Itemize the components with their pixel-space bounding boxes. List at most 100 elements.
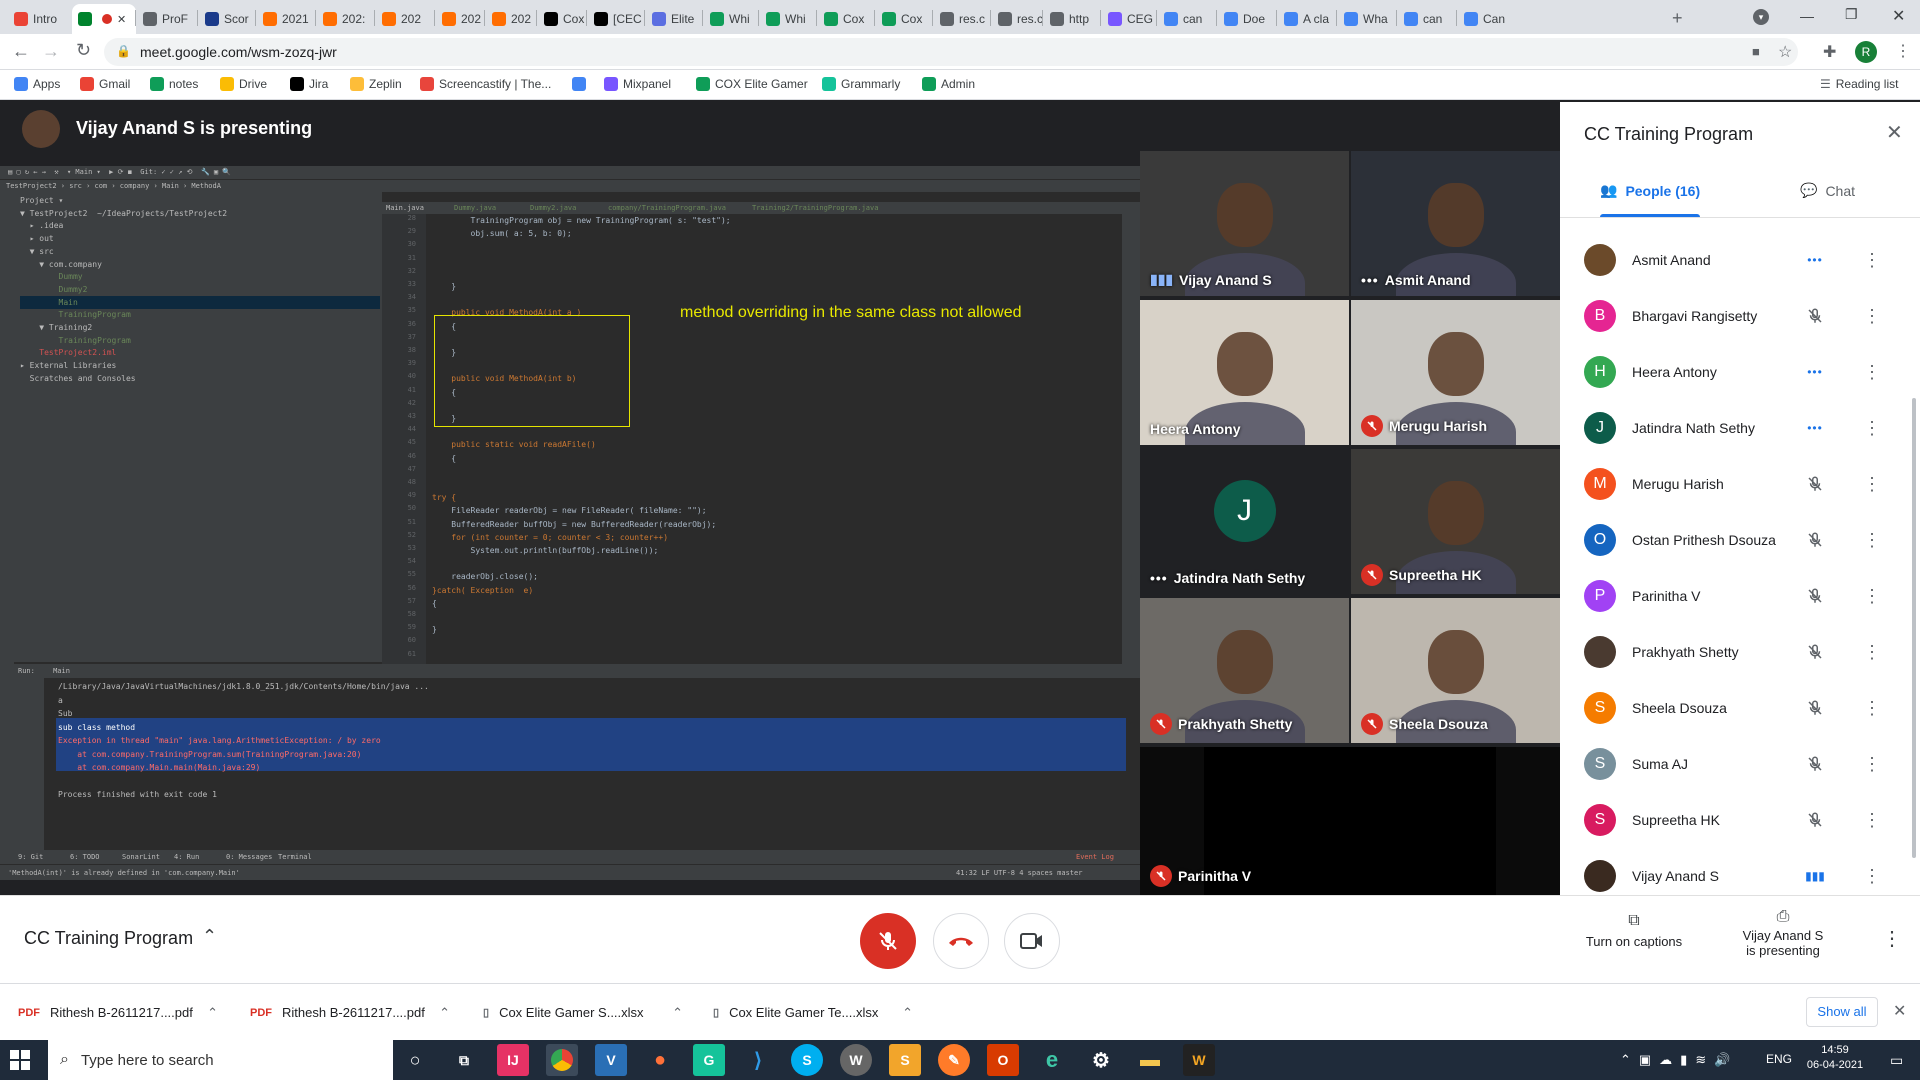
- close-panel-icon[interactable]: ✕: [1886, 120, 1903, 145]
- participant-row[interactable]: B Bhargavi Rangisetty ⋮: [1560, 288, 1900, 344]
- code-line[interactable]: obj.sum( a: 5, b: 0);: [432, 227, 572, 240]
- tab-7[interactable]: 202: [436, 4, 490, 34]
- tree-node[interactable]: TestProject2.iml: [20, 346, 116, 359]
- meeting-name[interactable]: CC Training Program: [24, 928, 193, 949]
- tab-2[interactable]: ProF: [137, 4, 191, 34]
- reading-list-button[interactable]: ☰ Reading list: [1820, 77, 1898, 91]
- tab-4[interactable]: 2021: [257, 4, 311, 34]
- tab-9[interactable]: Cox: [538, 4, 592, 34]
- tab-search-icon[interactable]: ▾: [1753, 9, 1769, 25]
- video-tile[interactable]: Sheela Dsouza: [1351, 598, 1560, 743]
- more-options-icon[interactable]: ⋮: [1882, 926, 1902, 951]
- tree-node[interactable]: Dummy: [20, 270, 83, 283]
- mic-toggle-button[interactable]: [860, 913, 916, 969]
- video-tile[interactable]: J ••• Jatindra Nath Sethy: [1140, 449, 1349, 594]
- code-line[interactable]: }: [432, 280, 456, 293]
- tool-tab[interactable]: 0: Messages: [226, 850, 272, 864]
- code-line[interactable]: public static void readAFile(): [432, 438, 596, 451]
- taskbar-search-box[interactable]: ⌕ Type here to search: [48, 1040, 393, 1080]
- minimize-icon[interactable]: —: [1800, 8, 1814, 24]
- tab-19[interactable]: CEG: [1102, 4, 1156, 34]
- editor-tab[interactable]: company/TrainingProgram.java: [608, 202, 726, 214]
- run-tab[interactable]: Main: [53, 667, 70, 675]
- tool-tab[interactable]: Terminal: [278, 850, 312, 864]
- tab-17[interactable]: res.c: [992, 4, 1046, 34]
- code-line[interactable]: }: [432, 623, 437, 636]
- chevron-up-icon[interactable]: ⌃: [902, 1005, 913, 1021]
- participant-row[interactable]: O Ostan Prithesh Dsouza ⋮: [1560, 512, 1900, 568]
- close-window-icon[interactable]: ✕: [1892, 6, 1905, 26]
- tree-node[interactable]: Scratches and Consoles: [20, 372, 136, 385]
- tool-tab[interactable]: 6: TODO: [70, 850, 100, 864]
- tab-24[interactable]: can: [1398, 4, 1452, 34]
- camera-toggle-button[interactable]: [1004, 913, 1060, 969]
- tree-node[interactable]: ▸ out: [20, 232, 54, 245]
- video-tile[interactable]: Heera Antony: [1140, 300, 1349, 445]
- video-tile[interactable]: Parinitha V: [1140, 747, 1560, 895]
- tool-tab[interactable]: SonarLint: [122, 850, 160, 864]
- tab-8[interactable]: 202: [486, 4, 540, 34]
- participant-row[interactable]: Asmit Anand ••• ⋮: [1560, 232, 1900, 288]
- participant-more-icon[interactable]: ⋮: [1860, 248, 1884, 272]
- url-text[interactable]: meet.google.com/wsm-zozq-jwr: [140, 44, 337, 60]
- code-line[interactable]: FileReader readerObj = new FileReader( f…: [432, 504, 706, 517]
- bookmark-8[interactable]: Mixpanel: [604, 77, 671, 91]
- code-line[interactable]: for (int counter = 0; counter < 3; count…: [432, 531, 668, 544]
- participant-row[interactable]: H Heera Antony ••• ⋮: [1560, 344, 1900, 400]
- chevron-up-icon[interactable]: ⌃: [207, 1005, 218, 1021]
- participant-more-icon[interactable]: ⋮: [1860, 416, 1884, 440]
- tool-tab[interactable]: 4: Run: [174, 850, 199, 864]
- chevron-up-icon[interactable]: ⌃: [202, 926, 217, 947]
- editor-tab[interactable]: Training2/TrainingProgram.java: [752, 202, 878, 214]
- participant-more-icon[interactable]: ⋮: [1860, 360, 1884, 384]
- download-item[interactable]: ▯ Cox Elite Gamer Te....xlsx ⌃: [695, 984, 925, 1041]
- participant-more-icon[interactable]: ⋮: [1860, 864, 1884, 888]
- code-line[interactable]: BufferedReader buffObj = new BufferedRea…: [432, 518, 716, 531]
- office-icon[interactable]: O: [987, 1044, 1019, 1076]
- bookmark-5[interactable]: Zeplin: [350, 77, 402, 91]
- participant-more-icon[interactable]: ⋮: [1860, 304, 1884, 328]
- participant-more-icon[interactable]: ⋮: [1860, 528, 1884, 552]
- tab-18[interactable]: http: [1044, 4, 1098, 34]
- participant-more-icon[interactable]: ⋮: [1860, 696, 1884, 720]
- participant-more-icon[interactable]: ⋮: [1860, 640, 1884, 664]
- participant-more-icon[interactable]: ⋮: [1860, 472, 1884, 496]
- reload-icon[interactable]: ↻: [76, 40, 91, 61]
- tab-people[interactable]: 👥 People (16): [1600, 182, 1700, 199]
- settings-app-icon[interactable]: ⚙: [1085, 1044, 1117, 1076]
- video-tile[interactable]: ••• Asmit Anand: [1351, 151, 1560, 296]
- bookmark-4[interactable]: Jira: [290, 77, 328, 91]
- participant-more-icon[interactable]: ⋮: [1860, 752, 1884, 776]
- close-tab-icon[interactable]: ✕: [117, 13, 126, 26]
- camera-indicator-icon[interactable]: ■: [1752, 44, 1760, 59]
- tab-5[interactable]: 202:: [317, 4, 371, 34]
- participant-row[interactable]: S Sheela Dsouza ⋮: [1560, 680, 1900, 736]
- vpn-icon[interactable]: V: [595, 1044, 627, 1076]
- windows-start-icon[interactable]: [10, 1050, 30, 1070]
- video-tile[interactable]: Supreetha HK: [1351, 449, 1560, 594]
- video-tile[interactable]: Prakhyath Shetty: [1140, 598, 1349, 743]
- tab-21[interactable]: Doe: [1218, 4, 1272, 34]
- chevron-up-icon[interactable]: ⌃: [439, 1005, 450, 1021]
- system-tray-icons[interactable]: ⌃▣☁▮≋🔊: [1620, 1052, 1738, 1068]
- vscode-icon[interactable]: ⟩: [742, 1044, 774, 1076]
- grammarly-taskbar-icon[interactable]: G: [693, 1044, 725, 1076]
- video-tile[interactable]: Merugu Harish: [1351, 300, 1560, 445]
- show-all-button[interactable]: Show all: [1806, 997, 1878, 1027]
- tab-12[interactable]: Whi: [704, 4, 758, 34]
- participant-row[interactable]: P Parinitha V ⋮: [1560, 568, 1900, 624]
- tree-node[interactable]: ▼ com.company: [20, 258, 102, 271]
- language-indicator[interactable]: ENG: [1766, 1052, 1792, 1066]
- tree-node[interactable]: ▼ src: [20, 245, 54, 258]
- restore-icon[interactable]: ❐: [1845, 6, 1858, 23]
- chevron-up-icon[interactable]: ⌃: [672, 1005, 683, 1021]
- firefox-icon[interactable]: ●: [644, 1044, 676, 1076]
- tab-1[interactable]: ✕: [72, 4, 136, 34]
- code-line[interactable]: try {: [432, 491, 456, 504]
- participant-row[interactable]: S Supreetha HK ⋮: [1560, 792, 1900, 848]
- editor-tab[interactable]: Dummy2.java: [530, 202, 576, 214]
- edge-icon[interactable]: e: [1036, 1044, 1068, 1076]
- file-explorer-icon[interactable]: ▬: [1134, 1044, 1166, 1076]
- leave-call-button[interactable]: [933, 913, 989, 969]
- panel-scrollbar[interactable]: [1912, 398, 1916, 858]
